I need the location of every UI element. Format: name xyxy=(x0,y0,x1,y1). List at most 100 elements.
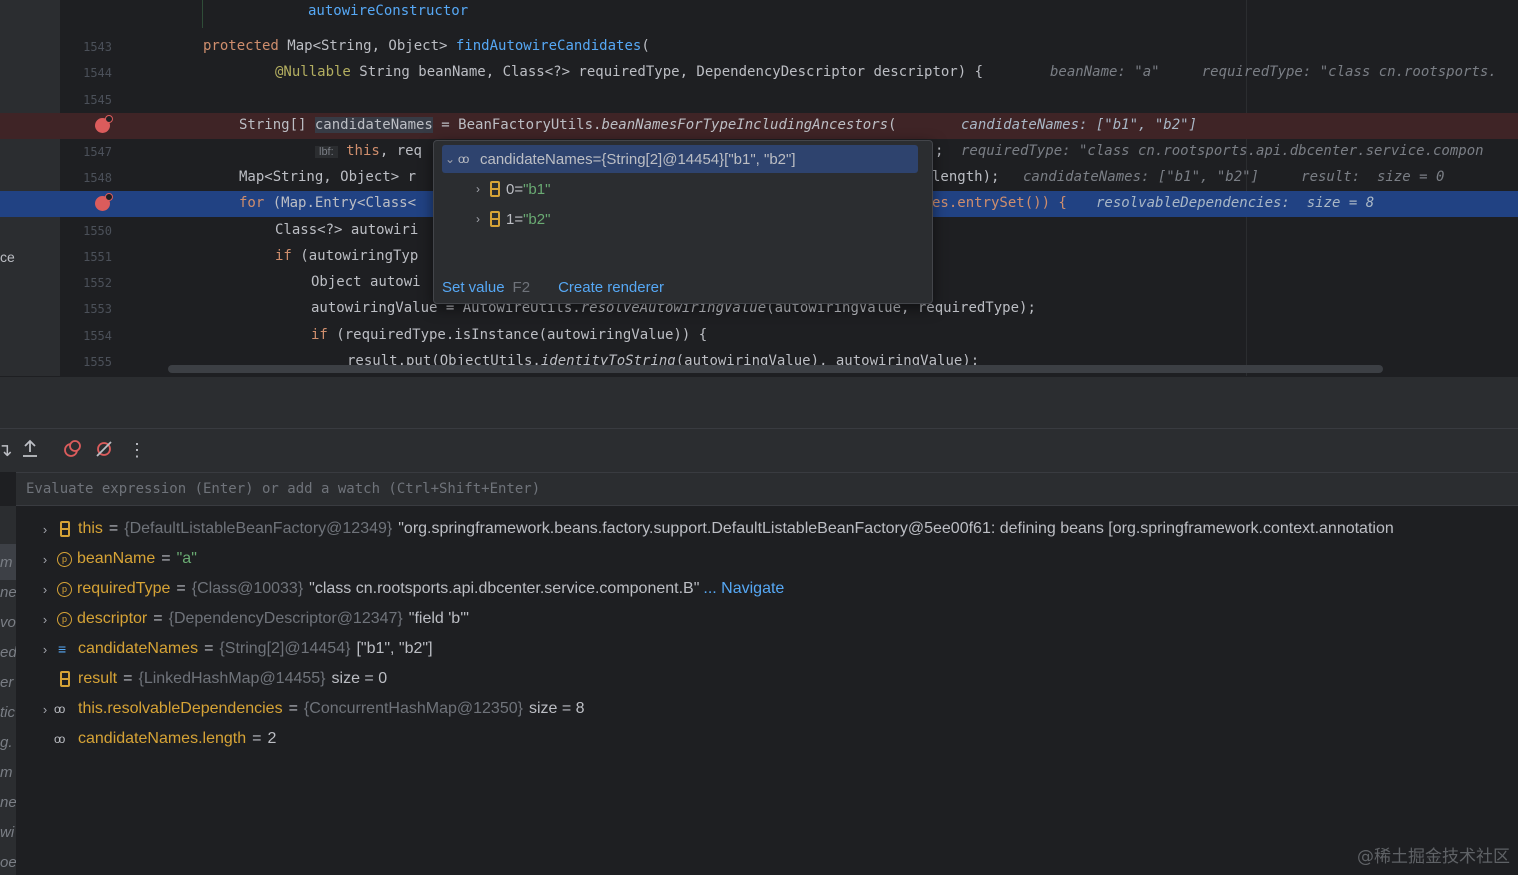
popup-tree-root[interactable]: ⌄ oo candidateNames = {String[2]@14454} … xyxy=(442,145,918,173)
variable-name: descriptor xyxy=(77,610,148,627)
equals-sign: = xyxy=(108,520,119,537)
evaluate-expression-bar[interactable] xyxy=(16,472,1518,506)
chevron-right-icon[interactable]: › xyxy=(36,702,54,717)
frame-fragment: tic xyxy=(0,704,15,721)
code-text: @Nullable String beanName, Class<?> requ… xyxy=(275,64,984,80)
chevron-right-icon[interactable]: › xyxy=(36,582,54,597)
variable-value-popup[interactable]: ⌄ oo candidateNames = {String[2]@14454} … xyxy=(433,140,933,304)
line-number: 1547 xyxy=(83,145,112,159)
code-line[interactable]: 1545 xyxy=(0,87,1518,113)
step-icon[interactable]: ↴ xyxy=(0,439,16,461)
variable-row[interactable]: › p descriptor = {DependencyDescriptor@123… xyxy=(36,604,469,634)
variable-type: {ConcurrentHashMap@12350} xyxy=(303,700,523,717)
array-field-icon xyxy=(490,181,500,197)
chevron-right-icon[interactable]: › xyxy=(36,522,54,537)
code-text: if (requiredType.isInstance(autowiringVa… xyxy=(311,327,708,343)
chevron-down-icon[interactable]: ⌄ xyxy=(442,152,458,166)
variable-row[interactable]: › ≡ candidateNames = {String[2]@14454} ["b1… xyxy=(36,634,433,664)
code-text-tail: length); xyxy=(932,169,1000,185)
popup-root-name: candidateNames xyxy=(480,150,593,168)
popup-item-value: "b1" xyxy=(523,180,551,198)
variable-type: {DefaultListableBeanFactory@12349} xyxy=(124,520,393,537)
code-line-breakpoint[interactable]: String[] candidateNames = BeanFactoryUti… xyxy=(0,113,1518,139)
variable-name: result xyxy=(78,670,118,687)
line-number: 1554 xyxy=(83,329,112,343)
chevron-right-icon[interactable]: › xyxy=(36,612,54,627)
equals-sign: = xyxy=(123,670,133,687)
variable-value: ["b1", "b2"] xyxy=(356,640,433,657)
breakpoint-icon[interactable] xyxy=(95,115,113,133)
watch-row[interactable]: › oo this.resolvableDependencies = {Concur… xyxy=(36,694,585,724)
chevron-right-icon[interactable]: › xyxy=(36,552,54,567)
chevron-right-icon[interactable]: › xyxy=(470,212,486,226)
breakpoint-icon[interactable] xyxy=(95,193,113,211)
code-text: protected Map<String, Object> findAutowi… xyxy=(203,38,650,54)
variable-value: "org.springframework.beans.factory.suppo… xyxy=(398,520,1394,537)
glasses-watch-icon: oo xyxy=(54,732,65,746)
code-line[interactable]: 1554 if (requiredType.isInstance(autowir… xyxy=(0,323,1518,349)
popup-root-value: ["b1", "b2"] xyxy=(724,150,796,168)
variable-name: beanName xyxy=(77,550,156,567)
equals-sign: = xyxy=(161,550,171,567)
variable-type: {Class@10033} xyxy=(191,580,304,597)
indent-guide xyxy=(202,0,203,28)
variable-value: 2 xyxy=(267,730,277,747)
inline-value-hint: requiredType: "class cn.rootsports.api.d… xyxy=(961,143,1484,159)
field-icon xyxy=(60,521,70,537)
popup-root-eq: = xyxy=(592,150,602,168)
inline-value-hint: resolvableDependencies: size = 8 xyxy=(1096,195,1375,211)
variable-name: candidateNames xyxy=(78,640,199,657)
frames-panel-edge[interactable]: m ne vo ed er tic g. m ne wi oe xyxy=(0,506,16,875)
field-icon xyxy=(60,671,70,687)
frame-fragment: vo xyxy=(0,614,16,631)
popup-tree-item[interactable]: › 1 = "b2" xyxy=(470,205,550,233)
variables-tree[interactable]: › this = {DefaultListableBeanFactory@12349… xyxy=(16,514,1518,875)
variable-row[interactable]: › this = {DefaultListableBeanFactory@12349… xyxy=(36,514,1394,544)
popup-tree-item[interactable]: › 0 = "b1" xyxy=(470,175,550,203)
line-number: 1553 xyxy=(83,302,112,316)
frame-fragment: ne xyxy=(0,584,16,601)
debug-toolbar: ↴ ⋮ xyxy=(0,428,1518,472)
view-breakpoints-icon[interactable] xyxy=(61,439,83,461)
horizontal-scrollbar[interactable] xyxy=(168,365,1383,373)
chevron-right-icon[interactable]: › xyxy=(470,182,486,196)
equals-sign: = xyxy=(288,700,298,717)
frame-fragment: g. xyxy=(0,734,13,751)
chevron-right-icon[interactable]: › xyxy=(36,642,54,657)
line-number: 1543 xyxy=(83,40,112,54)
evaluate-expression-input[interactable] xyxy=(16,473,1518,505)
equals-sign: = xyxy=(252,730,262,747)
set-value-shortcut: F2 xyxy=(512,279,531,296)
code-line[interactable]: 1543 protected Map<String, Object> findA… xyxy=(0,34,1518,60)
watch-row[interactable]: oo candidateNames.length = 2 xyxy=(36,724,276,754)
debug-panel-header xyxy=(0,376,1518,428)
frame-fragment: ed xyxy=(0,644,16,661)
set-value-link[interactable]: Set value xyxy=(442,279,505,296)
code-text: Class<?> autowiri xyxy=(275,222,419,238)
variable-row[interactable]: result = {LinkedHashMap@14455} size = 0 xyxy=(36,664,387,694)
popup-actions: Set value F2 Create renderer xyxy=(442,279,664,296)
variable-type: {DependencyDescriptor@12347} xyxy=(168,610,403,627)
inline-value-hint: candidateNames: ["b1", "b2"] result: siz… xyxy=(1023,169,1445,185)
create-renderer-link[interactable]: Create renderer xyxy=(558,279,664,296)
line-number: 1545 xyxy=(83,93,112,107)
code-line[interactable]: 1544 @Nullable String beanName, Class<?>… xyxy=(0,60,1518,86)
glasses-watch-icon: oo xyxy=(458,152,469,166)
step-out-icon[interactable] xyxy=(19,439,41,461)
code-text: for (Map.Entry<Class< xyxy=(239,195,417,211)
variable-row[interactable]: › p beanName = "a" xyxy=(36,544,197,574)
navigate-link[interactable]: ... Navigate xyxy=(703,580,784,598)
method-reference-snippet: autowireConstructor xyxy=(308,3,469,19)
variable-name: this.resolvableDependencies xyxy=(78,700,283,717)
parameter-icon: p xyxy=(57,581,72,597)
variable-type: {LinkedHashMap@14455} xyxy=(138,670,326,687)
line-number: 1551 xyxy=(83,250,112,264)
popup-item-value: "b2" xyxy=(523,210,551,228)
more-options-icon[interactable]: ⋮ xyxy=(126,439,148,461)
variable-row[interactable]: › p requiredType = {Class@10033} "class cn.… xyxy=(36,574,785,604)
popup-root-type: {String[2]@14454} xyxy=(601,150,725,168)
frame-fragment: oe xyxy=(0,854,16,871)
code-text: Object autowi xyxy=(311,274,421,290)
popup-item-eq: = xyxy=(514,180,524,198)
mute-breakpoints-icon[interactable] xyxy=(93,439,115,461)
